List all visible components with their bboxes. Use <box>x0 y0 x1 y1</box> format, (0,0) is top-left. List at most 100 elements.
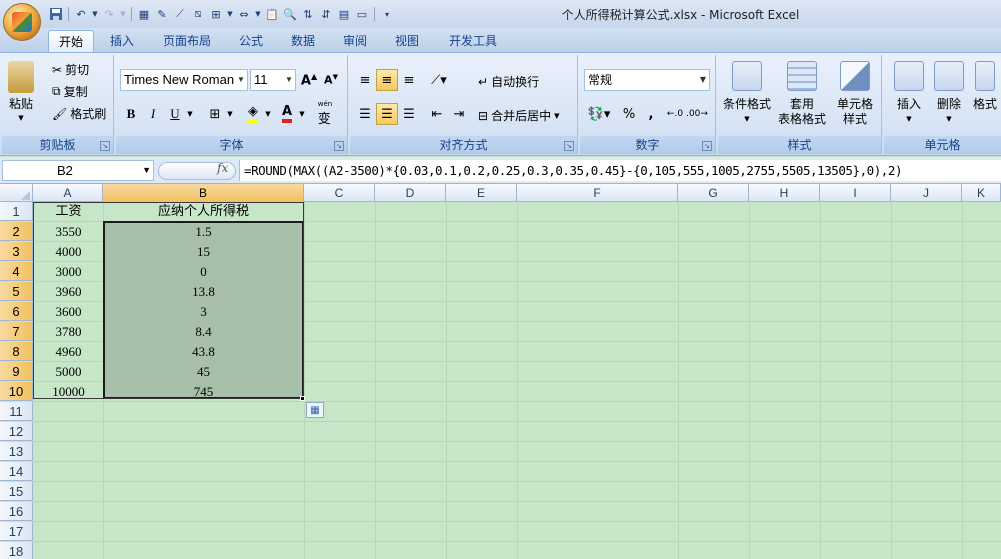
row-header-5[interactable]: 5 <box>0 282 33 301</box>
tab-review[interactable]: 审阅 <box>333 30 377 52</box>
increase-decimal-button[interactable]: ←.0 <box>664 103 686 125</box>
column-header-a[interactable]: A <box>33 184 103 202</box>
worksheet[interactable]: ABCDEFGHIJK 工资 应纳个人所得税 3550 1.5 4000 15 3000 0 3… <box>0 184 1001 559</box>
align-center-button[interactable]: ☰ <box>376 103 398 125</box>
font-name-combo[interactable]: Times New Roman ▼ <box>120 69 248 91</box>
cell-tax[interactable]: 13.8 <box>104 282 303 301</box>
row-header-17[interactable]: 17 <box>0 522 33 541</box>
column-header-b[interactable]: B <box>103 184 304 202</box>
alignment-launcher-icon[interactable]: ↘ <box>564 141 574 151</box>
cell-tax[interactable]: 3 <box>104 302 303 321</box>
cell-salary[interactable]: 3600 <box>34 302 103 321</box>
row-header-18[interactable]: 18 <box>0 542 33 559</box>
row-header-12[interactable]: 12 <box>0 422 33 441</box>
copy-button[interactable]: ⧉ 复制 <box>52 83 88 100</box>
cell-salary[interactable]: 3550 <box>34 222 103 241</box>
format-cells-button[interactable]: 格式 <box>970 61 1000 112</box>
increase-indent-button[interactable]: ⇥ <box>448 103 470 125</box>
row-header-8[interactable]: 8 <box>0 342 33 361</box>
tab-view[interactable]: 视图 <box>385 30 429 52</box>
delete-cells-button[interactable]: 删除 ▼ <box>926 61 972 127</box>
row-header-3[interactable]: 3 <box>0 242 33 261</box>
align-right-button[interactable]: ☰ <box>398 103 420 125</box>
column-header-h[interactable]: H <box>749 184 820 202</box>
italic-button[interactable]: I <box>142 103 164 125</box>
row-header-10[interactable]: 10 <box>0 382 33 401</box>
wrap-text-button[interactable]: ↵ 自动换行 <box>478 73 539 90</box>
shrink-font-button[interactable]: A▼ <box>320 69 342 91</box>
row-header-9[interactable]: 9 <box>0 362 33 381</box>
decrease-indent-button[interactable]: ⇤ <box>426 103 448 125</box>
font-color-button[interactable]: A <box>276 103 298 125</box>
percent-button[interactable]: % <box>618 103 640 125</box>
tab-home[interactable]: 开始 <box>48 30 94 52</box>
cell-salary[interactable]: 4000 <box>34 242 103 261</box>
decrease-decimal-button[interactable]: .00→ <box>686 103 708 125</box>
cell-salary[interactable]: 3780 <box>34 322 103 341</box>
align-left-button[interactable]: ☰ <box>354 103 376 125</box>
align-middle-button[interactable]: ≡ <box>376 69 398 91</box>
row-header-14[interactable]: 14 <box>0 462 33 481</box>
column-header-g[interactable]: G <box>678 184 749 202</box>
borders-dropdown-icon[interactable]: ▼ <box>224 103 236 125</box>
cell-tax[interactable]: 15 <box>104 242 303 261</box>
tab-page-layout[interactable]: 页面布局 <box>152 30 222 52</box>
tab-formulas[interactable]: 公式 <box>229 30 273 52</box>
align-bottom-button[interactable]: ≡ <box>398 69 420 91</box>
row-header-2[interactable]: 2 <box>0 222 33 241</box>
cell-salary[interactable]: 3960 <box>34 282 103 301</box>
tab-insert[interactable]: 插入 <box>100 30 144 52</box>
comma-button[interactable]: , <box>640 103 662 125</box>
font-color-dropdown-icon[interactable]: ▼ <box>296 103 308 125</box>
name-box[interactable]: B2 ▼ <box>2 160 154 181</box>
insert-function-icon[interactable]: fx <box>217 161 228 175</box>
merge-center-button[interactable]: ⊟ 合并后居中 ▼ <box>478 107 559 124</box>
row-header-16[interactable]: 16 <box>0 502 33 521</box>
row-header-13[interactable]: 13 <box>0 442 33 461</box>
cell-salary[interactable]: 3000 <box>34 262 103 281</box>
column-header-e[interactable]: E <box>446 184 517 202</box>
format-as-table-button[interactable]: 套用 表格格式 <box>776 61 828 127</box>
row-header-6[interactable]: 6 <box>0 302 33 321</box>
number-format-combo[interactable]: 常规 ▼ <box>584 69 710 91</box>
underline-dropdown-icon[interactable]: ▼ <box>184 103 196 125</box>
paste-button[interactable]: 粘贴 ▼ <box>8 61 34 122</box>
column-header-k[interactable]: K <box>962 184 1001 202</box>
column-header-f[interactable]: F <box>517 184 678 202</box>
font-launcher-icon[interactable]: ↘ <box>334 141 344 151</box>
cell-tax[interactable]: 0 <box>104 262 303 281</box>
fill-color-button[interactable]: ◈ <box>242 103 264 125</box>
select-all-corner[interactable] <box>0 184 33 202</box>
cell-salary[interactable]: 4960 <box>34 342 103 361</box>
font-size-combo[interactable]: 11 ▼ <box>250 69 296 91</box>
row-header-7[interactable]: 7 <box>0 322 33 341</box>
bold-button[interactable]: B <box>120 103 142 125</box>
cell-tax[interactable]: 45 <box>104 362 303 381</box>
cell-tax[interactable]: 43.8 <box>104 342 303 361</box>
grow-font-button[interactable]: A▲ <box>298 69 320 91</box>
fill-color-dropdown-icon[interactable]: ▼ <box>262 103 274 125</box>
orientation-button[interactable]: ⟋▾ <box>424 69 454 91</box>
row-header-1[interactable]: 1 <box>0 202 33 221</box>
tab-developer[interactable]: 开发工具 <box>437 30 509 52</box>
cell-styles-button[interactable]: 单元格 样式 <box>832 61 878 127</box>
office-button[interactable] <box>3 3 41 41</box>
underline-button[interactable]: U <box>164 103 186 125</box>
format-painter-button[interactable]: 🖌 格式刷 <box>52 105 106 122</box>
currency-button[interactable]: 💱▾ <box>584 103 614 125</box>
borders-button[interactable]: ⊞ <box>204 103 226 125</box>
fill-handle[interactable] <box>300 396 305 401</box>
formula-input[interactable]: =ROUND(MAX((A2-3500)*{0.03,0.1,0.2,0.25,… <box>239 160 1001 181</box>
cell-tax[interactable]: 1.5 <box>104 222 303 241</box>
phonetic-button[interactable]: wén 变 <box>312 101 338 128</box>
column-header-c[interactable]: C <box>304 184 375 202</box>
header-cell-tax[interactable]: 应纳个人所得税 <box>104 202 303 221</box>
row-header-11[interactable]: 11 <box>0 402 33 421</box>
number-launcher-icon[interactable]: ↘ <box>702 141 712 151</box>
conditional-formatting-button[interactable]: 条件格式 ▼ <box>722 61 772 127</box>
cell-tax[interactable]: 8.4 <box>104 322 303 341</box>
align-top-button[interactable]: ≡ <box>354 69 376 91</box>
clipboard-launcher-icon[interactable]: ↘ <box>100 141 110 151</box>
column-header-d[interactable]: D <box>375 184 446 202</box>
cell-salary[interactable]: 5000 <box>34 362 103 381</box>
